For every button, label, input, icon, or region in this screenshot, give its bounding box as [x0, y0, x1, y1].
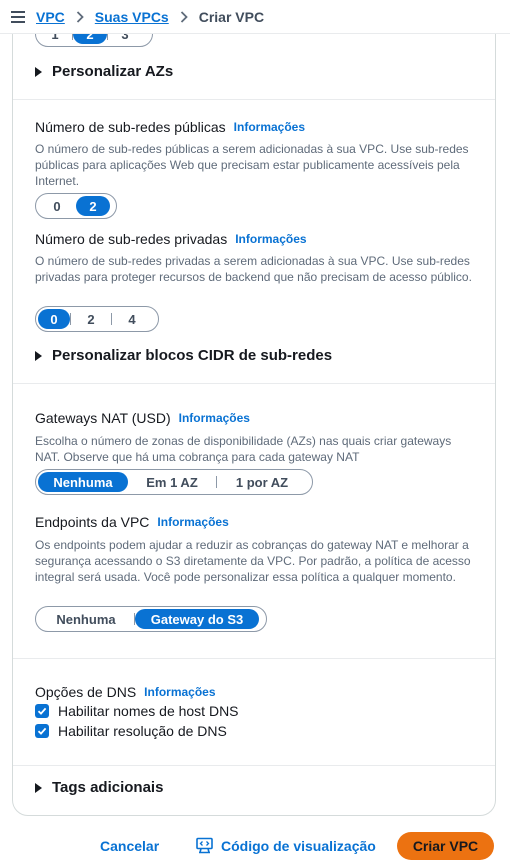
private-subnets-info-link[interactable]: Informações [235, 232, 306, 246]
customize-cidr-label: Personalizar blocos CIDR de sub-redes [52, 347, 333, 364]
customize-cidr-expander[interactable]: Personalizar blocos CIDR de sub-redes [35, 347, 332, 364]
private-subnets-option-4[interactable]: 4 [112, 309, 152, 329]
chevron-right-icon [180, 10, 188, 23]
nat-description: Escolha o número de zonas de disponibili… [35, 434, 452, 464]
endpoints-label: Endpoints da VPC [35, 514, 150, 530]
dns-header: Opções de DNS Informações [35, 684, 216, 700]
customize-azs-expander[interactable]: Personalizar AZs [35, 63, 173, 80]
nat-option-1az[interactable]: Em 1 AZ [128, 472, 216, 492]
preview-code-button[interactable]: Código de visualização [196, 837, 376, 854]
public-subnets-option-0[interactable]: 0 [38, 196, 76, 216]
nat-segmented[interactable]: Nenhuma Em 1 AZ 1 por AZ [35, 469, 313, 495]
divider [13, 765, 495, 766]
preview-code-label: Código de visualização [221, 837, 376, 854]
nat-header: Gateways NAT (USD) Informações [35, 410, 250, 426]
checkbox-checked-icon[interactable] [35, 724, 49, 738]
public-subnets-segmented[interactable]: 0 2 [35, 193, 117, 219]
caret-right-icon [35, 66, 42, 77]
additional-tags-expander[interactable]: Tags adicionais [35, 779, 163, 796]
breadcrumb-vpc[interactable]: VPC [36, 9, 65, 25]
public-subnets-label: Número de sub-redes públicas [35, 119, 226, 135]
private-subnets-segmented[interactable]: 0 2 4 [35, 306, 159, 332]
public-subnets-option-2[interactable]: 2 [76, 196, 110, 216]
caret-right-icon [35, 782, 42, 793]
vpc-settings-panel: 1 2 3 Personalizar AZs Número de sub-red… [12, 0, 496, 816]
menu-icon[interactable] [0, 0, 36, 34]
chevron-right-icon [76, 10, 84, 23]
dns-hostnames-checkbox[interactable]: Habilitar nomes de host DNS [35, 703, 239, 719]
public-subnets-description: O número de sub-redes públicas a serem a… [35, 142, 469, 188]
private-subnets-label: Número de sub-redes privadas [35, 231, 228, 247]
dns-resolution-checkbox[interactable]: Habilitar resolução de DNS [35, 723, 227, 739]
endpoints-header: Endpoints da VPC Informações [35, 514, 229, 530]
cancel-button[interactable]: Cancelar [100, 838, 159, 854]
code-preview-icon [196, 837, 213, 854]
dns-label: Opções de DNS [35, 684, 137, 700]
endpoints-option-none[interactable]: Nenhuma [38, 609, 134, 629]
endpoints-option-s3-gateway[interactable]: Gateway do S3 [135, 609, 259, 629]
nat-label: Gateways NAT (USD) [35, 410, 171, 426]
dns-info-link[interactable]: Informações [144, 685, 215, 699]
nat-option-per-az[interactable]: 1 por AZ [217, 472, 307, 492]
form-actions: Cancelar Código de visualização Criar VP… [0, 828, 510, 866]
private-subnets-option-2[interactable]: 2 [71, 309, 111, 329]
divider [13, 383, 495, 384]
divider [13, 658, 495, 659]
endpoints-segmented[interactable]: Nenhuma Gateway do S3 [35, 606, 267, 632]
divider [13, 99, 495, 100]
dns-hostnames-label: Habilitar nomes de host DNS [58, 703, 239, 719]
nat-option-none[interactable]: Nenhuma [38, 472, 128, 492]
endpoints-info-link[interactable]: Informações [157, 515, 228, 529]
public-subnets-header: Número de sub-redes públicas Informações [35, 119, 305, 135]
checkbox-checked-icon[interactable] [35, 704, 49, 718]
private-subnets-header: Número de sub-redes privadas Informações [35, 231, 307, 247]
nat-info-link[interactable]: Informações [179, 411, 250, 425]
create-vpc-button[interactable]: Criar VPC [397, 832, 494, 860]
public-subnets-info-link[interactable]: Informações [234, 120, 305, 134]
endpoints-description: Os endpoints podem ajudar a reduzir as c… [35, 538, 471, 584]
breadcrumb-your-vpcs[interactable]: Suas VPCs [95, 9, 169, 25]
caret-right-icon [35, 350, 42, 361]
private-subnets-description: O número de sub-redes privadas a serem a… [35, 254, 472, 284]
additional-tags-label: Tags adicionais [52, 779, 164, 796]
dns-resolution-label: Habilitar resolução de DNS [58, 723, 227, 739]
breadcrumb-current: Criar VPC [198, 8, 265, 25]
customize-azs-label: Personalizar AZs [52, 63, 174, 80]
breadcrumb-bar: VPC Suas VPCs Criar VPC [0, 0, 510, 34]
private-subnets-option-0[interactable]: 0 [38, 309, 70, 329]
